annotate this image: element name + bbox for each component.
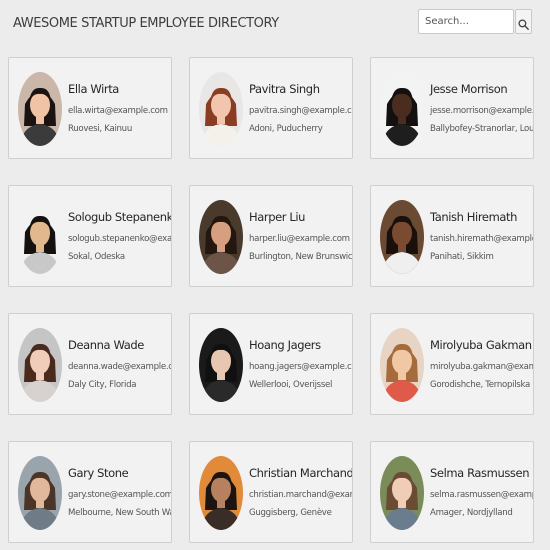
avatar <box>199 456 243 530</box>
employee-card[interactable]: Harper Liu harper.liu@example.com Burlin… <box>189 185 353 287</box>
portrait-photo <box>380 200 424 274</box>
employee-location: Ballybofey-Stranorlar, Louth <box>430 124 534 134</box>
avatar <box>380 200 424 274</box>
employee-email[interactable]: harper.liu@example.com <box>249 234 350 244</box>
portrait-photo <box>199 200 243 274</box>
employee-card[interactable]: Ella Wirta ella.wirta@example.com Ruoves… <box>8 57 172 159</box>
employee-location: Panihati, Sikkim <box>430 252 494 262</box>
portrait-photo <box>18 328 62 402</box>
employee-email[interactable]: christian.marchand@example.com <box>249 490 352 500</box>
employee-name: Jesse Morrison <box>430 82 508 96</box>
employee-location: Daly City, Florida <box>68 380 137 390</box>
employee-name: Hoang Jagers <box>249 338 321 352</box>
portrait-photo <box>199 456 243 530</box>
avatar <box>18 72 62 146</box>
employee-name: Sologub Stepanenko <box>68 210 172 224</box>
employee-name: Harper Liu <box>249 210 306 224</box>
portrait-photo <box>380 456 424 530</box>
employee-location: Wellerlooi, Overijssel <box>249 380 333 390</box>
avatar <box>199 200 243 274</box>
search-button[interactable] <box>515 9 532 34</box>
employee-name: Tanish Hiremath <box>430 210 518 224</box>
avatar <box>18 456 62 530</box>
employee-name: Ella Wirta <box>68 82 119 96</box>
portrait-photo <box>18 200 62 274</box>
page-title: AWESOME STARTUP EMPLOYEE DIRECTORY <box>13 16 279 31</box>
employee-name: Selma Rasmussen <box>430 466 530 480</box>
employee-email[interactable]: mirolyuba.gakman@example.com <box>430 362 533 372</box>
employee-card[interactable]: Jesse Morrison jesse.morrison@example.co… <box>370 57 534 159</box>
employee-card[interactable]: Pavitra Singh pavitra.singh@example.com … <box>189 57 353 159</box>
header: AWESOME STARTUP EMPLOYEE DIRECTORY <box>0 0 550 48</box>
employee-location: Gorodishche, Ternopilska <box>430 380 530 390</box>
employee-location: Amager, Nordjylland <box>430 508 513 518</box>
employee-card[interactable]: Mirolyuba Gakman mirolyuba.gakman@exampl… <box>370 313 534 415</box>
employee-card[interactable]: Christian Marchand christian.marchand@ex… <box>189 441 353 543</box>
portrait-photo <box>18 456 62 530</box>
employee-email[interactable]: jesse.morrison@example.com <box>430 106 533 116</box>
employee-name: Deanna Wade <box>68 338 144 352</box>
search-icon <box>518 19 529 30</box>
employee-card[interactable]: Gary Stone gary.stone@example.com Melbou… <box>8 441 172 543</box>
portrait-photo <box>199 328 243 402</box>
avatar <box>18 328 62 402</box>
employee-email[interactable]: gary.stone@example.com <box>68 490 171 500</box>
employee-name: Gary Stone <box>68 466 129 480</box>
avatar <box>380 456 424 530</box>
employee-location: Melbourne, New South Wales <box>68 508 171 518</box>
employee-card[interactable]: Selma Rasmussen selma.rasmussen@example.… <box>370 441 534 543</box>
employee-card[interactable]: Hoang Jagers hoang.jagers@example.com We… <box>189 313 353 415</box>
employee-location: Guggisberg, Genève <box>249 508 332 518</box>
avatar <box>18 200 62 274</box>
employee-location: Ruovesi, Kainuu <box>68 124 132 134</box>
avatar <box>199 72 243 146</box>
employee-email[interactable]: ella.wirta@example.com <box>68 106 168 116</box>
employee-name: Christian Marchand <box>249 466 353 480</box>
portrait-photo <box>380 328 424 402</box>
employee-name: Pavitra Singh <box>249 82 320 96</box>
search-input[interactable] <box>418 9 514 34</box>
avatar <box>199 328 243 402</box>
employee-name: Mirolyuba Gakman <box>430 338 532 352</box>
portrait-photo <box>18 72 62 146</box>
portrait-photo <box>199 72 243 146</box>
employee-card[interactable]: Tanish Hiremath tanish.hiremath@example.… <box>370 185 534 287</box>
employee-location: Adoni, Puducherry <box>249 124 323 134</box>
employee-location: Burlington, New Brunswick <box>249 252 353 262</box>
employee-email[interactable]: pavitra.singh@example.com <box>249 106 352 116</box>
employee-email[interactable]: selma.rasmussen@example.com <box>430 490 533 500</box>
avatar <box>380 328 424 402</box>
employee-email[interactable]: tanish.hiremath@example.com <box>430 234 533 244</box>
employee-location: Sokal, Odeska <box>68 252 125 262</box>
employee-email[interactable]: hoang.jagers@example.com <box>249 362 352 372</box>
portrait-photo <box>380 72 424 146</box>
employee-card[interactable]: Sologub Stepanenko sologub.stepanenko@ex… <box>8 185 172 287</box>
employee-email[interactable]: deanna.wade@example.com <box>68 362 171 372</box>
avatar <box>380 72 424 146</box>
employee-email[interactable]: sologub.stepanenko@example.com <box>68 234 171 244</box>
employee-card[interactable]: Deanna Wade deanna.wade@example.com Daly… <box>8 313 172 415</box>
